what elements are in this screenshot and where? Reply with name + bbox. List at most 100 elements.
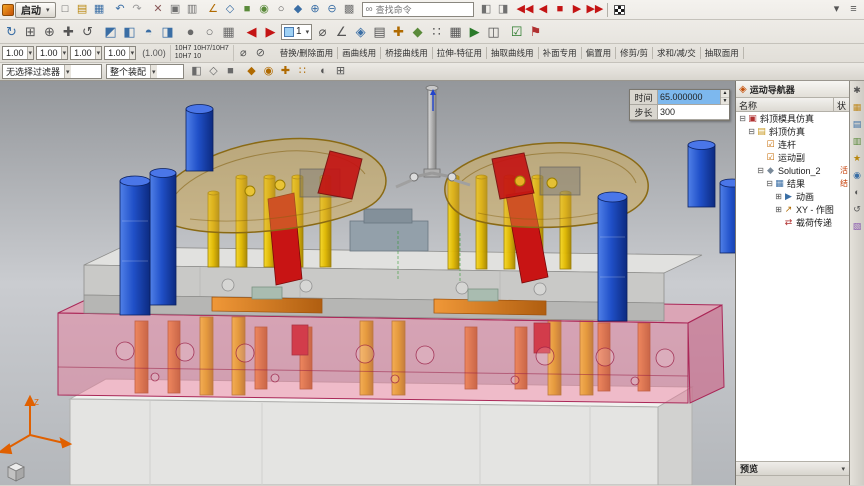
- minimize-ribbon-icon[interactable]: ≡: [845, 2, 862, 18]
- redo-icon[interactable]: ↷: [129, 2, 146, 18]
- pattern-icon[interactable]: ▩: [341, 2, 358, 18]
- undo-icon[interactable]: ↶: [112, 2, 129, 18]
- wireframe-mode-icon[interactable]: ○: [200, 22, 219, 41]
- select-body-icon[interactable]: ■: [222, 64, 239, 80]
- expander-icon[interactable]: ⊞: [774, 192, 783, 201]
- hd3d-tools-icon[interactable]: ◉: [851, 169, 864, 182]
- column-name[interactable]: 名称: [736, 98, 834, 111]
- command-finder[interactable]: ∞: [361, 2, 474, 17]
- constraints-icon[interactable]: ◆: [408, 22, 427, 41]
- edge-blend-icon[interactable]: ◆: [290, 2, 307, 18]
- edges-display-icon[interactable]: ▦: [219, 22, 238, 41]
- object-info-icon[interactable]: ◈: [351, 22, 370, 41]
- extrude-icon[interactable]: ■: [239, 2, 256, 18]
- datum-plane-icon[interactable]: ◇: [222, 2, 239, 18]
- start-menu-button[interactable]: 启动 ▾: [15, 1, 56, 18]
- check-mate-icon[interactable]: ☑: [507, 22, 526, 41]
- file-open-icon[interactable]: ▤: [74, 2, 91, 18]
- expander-icon[interactable]: ⊟: [765, 179, 774, 188]
- animation-options-icon[interactable]: ▾: [828, 2, 845, 18]
- selection-filter-dropdown[interactable]: 无选择过滤器 ▾: [2, 64, 102, 79]
- trimetric-view-icon[interactable]: ◩: [101, 22, 120, 41]
- show-hide-icon[interactable]: ◐: [315, 64, 332, 80]
- stop-icon[interactable]: ■: [551, 2, 568, 18]
- group-tab[interactable]: 修剪/剪: [616, 47, 653, 59]
- expander-icon[interactable]: ⊟: [747, 127, 756, 136]
- select-face-icon[interactable]: ◧: [188, 64, 205, 80]
- measure-angle-icon[interactable]: ∠: [332, 22, 351, 41]
- wcs-toggle-icon[interactable]: ⊞: [332, 64, 349, 80]
- reuse-library-icon[interactable]: ★: [851, 152, 864, 165]
- spin-up-icon[interactable]: ▲: [721, 90, 729, 98]
- unite-icon[interactable]: ⊕: [307, 2, 324, 18]
- group-tab[interactable]: 画曲线用: [338, 47, 382, 59]
- value-field[interactable]: 1.00 ▾: [36, 46, 69, 60]
- zoom-icon[interactable]: ⊕: [40, 22, 59, 41]
- tree-item-solution[interactable]: ⊟ ◆ Solution_2 活: [736, 164, 849, 177]
- web-browser-icon[interactable]: ◐: [851, 186, 864, 199]
- expander-icon[interactable]: ⊞: [774, 205, 783, 214]
- tree-item-sim-root[interactable]: ⊟ ▣ 斜顶模具仿真: [736, 112, 849, 125]
- search-input[interactable]: [375, 4, 456, 15]
- file-new-icon[interactable]: □: [57, 2, 74, 18]
- window-tile-icon[interactable]: ◨: [495, 2, 512, 18]
- group-tab[interactable]: 拉伸-特征用: [433, 47, 488, 59]
- value-field[interactable]: 1.00 ▾: [2, 46, 35, 60]
- group-tab[interactable]: 求和/减/交: [653, 47, 701, 59]
- right-view-icon[interactable]: ◨: [158, 22, 177, 41]
- color-swatch-dropdown[interactable]: 1 ▾: [281, 23, 313, 40]
- mold-assembly-model[interactable]: Z: [0, 81, 735, 485]
- rotate-view-icon[interactable]: ↺: [78, 22, 97, 41]
- snap-point-icon[interactable]: ∷: [427, 22, 446, 41]
- fast-forward-icon[interactable]: ▶▶: [585, 2, 604, 18]
- rewind-icon[interactable]: ◀◀: [516, 2, 535, 18]
- group-tab[interactable]: 偏置用: [582, 47, 617, 59]
- layer-settings-icon[interactable]: ▤: [370, 22, 389, 41]
- graphics-viewport[interactable]: Z 时间 65.000000 ▲ ▼ 步长 300: [0, 81, 735, 485]
- view-cube-icon[interactable]: [7, 462, 25, 482]
- diameter-preset-icon[interactable]: ⌀: [235, 45, 252, 61]
- cut-icon[interactable]: ✕: [150, 2, 167, 18]
- subtract-icon[interactable]: ⊖: [324, 2, 341, 18]
- tree-item-joints[interactable]: ☑ 运动副: [736, 151, 849, 164]
- value-field[interactable]: 1.00 ▾: [104, 46, 137, 60]
- time-value-field[interactable]: 65.000000: [658, 90, 720, 105]
- spin-down-icon[interactable]: ▼: [721, 97, 729, 105]
- window-cascade-icon[interactable]: ◧: [478, 2, 495, 18]
- measure-diameter-icon[interactable]: ⌀: [313, 22, 332, 41]
- step-value-field[interactable]: 300: [658, 105, 729, 120]
- pan-icon[interactable]: ✚: [59, 22, 78, 41]
- assembly-navigator-icon[interactable]: ▦: [851, 101, 864, 114]
- time-spinner[interactable]: ▲ ▼: [720, 90, 729, 105]
- tree-item-animation[interactable]: ⊞ ▶ 动画: [736, 190, 849, 203]
- group-tab[interactable]: 抽取面用: [701, 47, 744, 59]
- split-window-icon[interactable]: ◫: [484, 22, 503, 41]
- select-edge-icon[interactable]: ◇: [205, 64, 222, 80]
- flag-note-icon[interactable]: ⚑: [526, 22, 545, 41]
- group-tab[interactable]: 替换/删除面用: [276, 47, 339, 59]
- snap-midpoint-icon[interactable]: ◆: [243, 64, 260, 80]
- file-save-icon[interactable]: ▦: [91, 2, 108, 18]
- fit-view-icon[interactable]: ⊞: [21, 22, 40, 41]
- preview-section-bar[interactable]: 预览 ▾: [736, 461, 849, 475]
- finish-flag-button[interactable]: [611, 2, 628, 18]
- grid-toggle-icon[interactable]: ▦: [446, 22, 465, 41]
- hole-icon[interactable]: ○: [273, 2, 290, 18]
- tree-item-xy-graph[interactable]: ⊞ ↗ XY - 作图: [736, 203, 849, 216]
- play-icon[interactable]: ▶: [568, 2, 585, 18]
- snap-endpoint-icon[interactable]: ∷: [294, 64, 311, 80]
- expander-icon[interactable]: ⊟: [756, 166, 765, 175]
- roles-gear-icon[interactable]: ✱: [851, 84, 864, 97]
- macro-play-icon[interactable]: ▶: [465, 22, 484, 41]
- group-tab[interactable]: 桥接曲线用: [381, 47, 433, 59]
- group-tab[interactable]: 补面专用: [539, 47, 582, 59]
- column-status[interactable]: 状: [834, 98, 849, 111]
- snap-intersection-icon[interactable]: ✚: [277, 64, 294, 80]
- snap-center-icon[interactable]: ◉: [260, 64, 277, 80]
- sketch-icon[interactable]: ∠: [205, 2, 222, 18]
- part-navigator-icon[interactable]: ▥: [851, 135, 864, 148]
- step-back-icon[interactable]: ◀: [534, 2, 551, 18]
- expander-icon[interactable]: ⊟: [738, 114, 747, 123]
- paste-icon[interactable]: ▥: [184, 2, 201, 18]
- tolerance-presets[interactable]: 10H7 10H7/10H7 10H7 10: [169, 45, 234, 61]
